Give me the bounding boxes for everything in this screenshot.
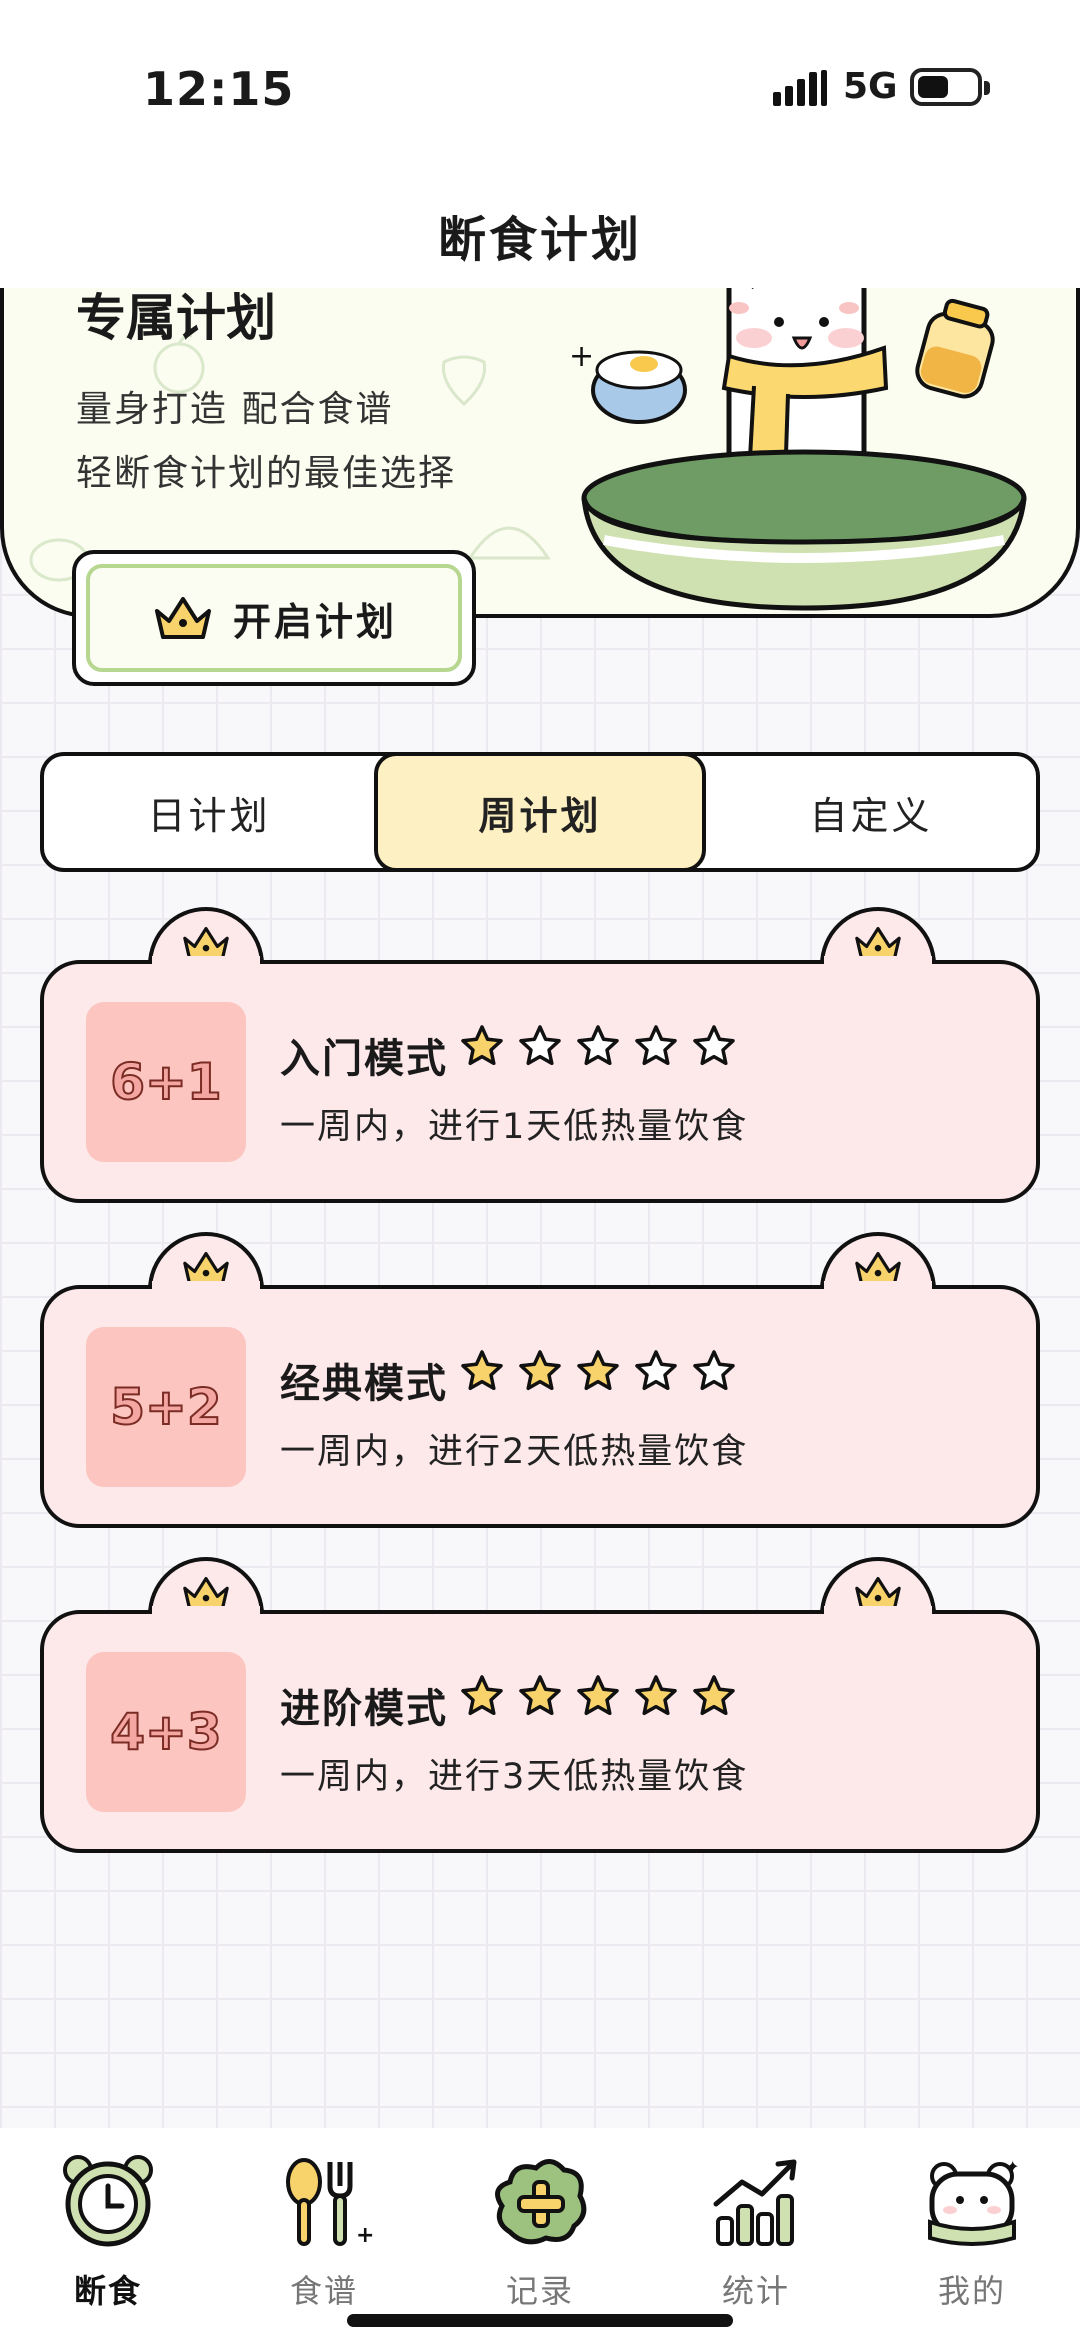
alarm-clock-icon	[63, 2155, 153, 2247]
star-filled-icon	[461, 1025, 503, 1066]
spoon-fork-icon: +	[286, 2158, 374, 2248]
status-time: 12:15	[143, 62, 295, 116]
star-outline-icon	[635, 1025, 677, 1066]
plan-description: 一周内，进行1天低热量饮食	[280, 1107, 749, 1147]
hero-title: 专属计划	[76, 289, 276, 347]
star-filled-icon	[461, 1350, 503, 1391]
plan-name: 进阶模式	[280, 1686, 448, 1732]
crown-icon	[154, 597, 211, 639]
tab-fasting-label: 断食	[73, 2272, 142, 2310]
plan-card[interactable]: 4+3 进阶模式一周内，进行3天低热量饮食	[40, 1557, 1040, 1853]
plan-card-body: 5+2 经典模式一周内，进行2天低热量饮食	[40, 1285, 1040, 1528]
difficulty-stars	[460, 1349, 736, 1393]
star-outline-icon	[519, 1025, 561, 1066]
page-title: 断食计划	[437, 212, 642, 268]
plan-ratio-badge: 4+3	[86, 1652, 246, 1812]
star-filled-icon	[519, 1350, 561, 1391]
plan-card-body: 6+1 入门模式一周内，进行1天低热量饮食	[40, 960, 1040, 1203]
plan-card[interactable]: 6+1 入门模式一周内，进行1天低热量饮食	[40, 907, 1040, 1203]
star-filled-icon	[577, 1675, 619, 1716]
tab-record-label: 记录	[505, 2272, 574, 2310]
hero-subtitle-1: 量身打造 配合食谱	[76, 389, 394, 430]
tab-fasting[interactable]: 断食	[18, 2128, 198, 2348]
tab-profile[interactable]: ✦ 我的	[882, 2128, 1062, 2348]
bar-chart-icon	[713, 2159, 797, 2246]
plan-ratio-badge: 5+2	[86, 1327, 246, 1487]
signal-icon	[773, 70, 827, 106]
bunny-bowl-mascot-icon: + +	[569, 288, 1027, 611]
star-filled-icon	[693, 1675, 735, 1716]
status-bar: 12:15 5G	[0, 0, 1080, 150]
tab-profile-label: 我的	[937, 2272, 1006, 2310]
star-filled-icon	[577, 1350, 619, 1391]
star-outline-icon	[635, 1350, 677, 1391]
star-filled-icon	[461, 1675, 503, 1716]
plan-description: 一周内，进行2天低热量饮食	[280, 1432, 749, 1472]
plan-ratio-badge: 6+1	[86, 1002, 246, 1162]
plan-description: 一周内，进行3天低热量饮食	[280, 1757, 749, 1797]
star-filled-icon	[635, 1675, 677, 1716]
star-outline-icon	[577, 1025, 619, 1066]
star-outline-icon	[693, 1350, 735, 1391]
home-indicator	[347, 2314, 733, 2327]
segment-weekly-plan[interactable]: 周计划	[374, 752, 706, 872]
plan-name: 经典模式	[280, 1361, 448, 1407]
start-plan-button[interactable]: 开启计划	[72, 550, 476, 686]
plan-name: 入门模式	[280, 1036, 448, 1082]
segment-daily-plan[interactable]: 日计划	[44, 756, 374, 868]
melon-slice-doodle-icon	[467, 526, 551, 560]
start-plan-label: 开启计划	[232, 599, 397, 644]
nav-bar: 断食计划	[0, 150, 1080, 288]
segment-custom[interactable]: 自定义	[706, 756, 1036, 868]
star-filled-icon	[519, 1675, 561, 1716]
tab-recipes-label: 食谱	[289, 2272, 358, 2310]
plan-type-segmented-control: 日计划 周计划 自定义	[40, 752, 1040, 872]
plan-card-body: 4+3 进阶模式一周内，进行3天低热量饮食	[40, 1610, 1040, 1853]
difficulty-stars	[460, 1024, 736, 1068]
bear-profile-icon: ✦	[928, 2157, 1019, 2246]
network-label: 5G	[843, 66, 898, 107]
svg-text:✦: ✦	[1006, 2157, 1019, 2176]
strawberry-doodle-icon	[441, 355, 487, 407]
svg-text:+: +	[356, 2223, 374, 2248]
difficulty-stars	[460, 1674, 736, 1718]
svg-text:+: +	[569, 339, 594, 374]
star-outline-icon	[693, 1025, 735, 1066]
tab-statistics-label: 统计	[721, 2272, 790, 2310]
hero-subtitle-2: 轻断食计划的最佳选择	[76, 453, 457, 494]
plus-cloud-icon	[495, 2159, 587, 2245]
plan-card[interactable]: 5+2 经典模式一周内，进行2天低热量饮食	[40, 1232, 1040, 1528]
battery-icon	[910, 68, 990, 106]
